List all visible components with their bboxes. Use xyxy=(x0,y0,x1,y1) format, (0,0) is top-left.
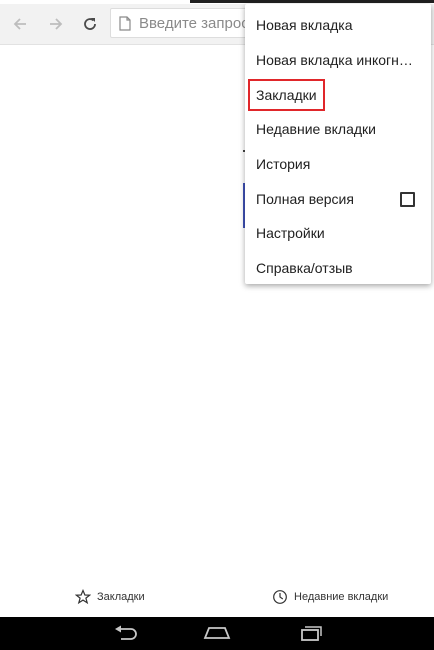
home-icon xyxy=(203,627,231,639)
arrow-right-icon xyxy=(50,18,63,30)
menu-item-label: Настройки xyxy=(256,225,325,242)
menu-item-new-tab[interactable]: Новая вкладка xyxy=(245,8,431,43)
bottom-recent-tabs-button[interactable]: Недавние вкладки xyxy=(272,589,388,605)
recent-apps-icon xyxy=(301,626,322,641)
menu-item-new-incognito-tab[interactable]: Новая вкладка инкогнито xyxy=(245,43,431,78)
menu-item-settings[interactable]: Настройки xyxy=(245,216,431,251)
menu-item-help-feedback[interactable]: Справка/отзыв xyxy=(245,251,431,286)
system-home-button[interactable] xyxy=(202,623,232,643)
menu-item-label: Новая вкладка инкогнито xyxy=(256,52,416,69)
star-icon xyxy=(75,589,91,605)
menu-item-label: Закладки xyxy=(248,78,325,111)
page-icon xyxy=(119,16,131,31)
clock-icon xyxy=(272,589,288,605)
system-navigation-bar xyxy=(0,617,434,650)
bottom-bookmarks-button[interactable]: Закладки xyxy=(75,589,145,605)
arrow-left-icon xyxy=(13,18,26,30)
back-arrow-icon xyxy=(115,625,137,640)
bottom-recent-tabs-label: Недавние вкладки xyxy=(294,591,389,603)
desktop-version-checkbox[interactable] xyxy=(400,192,415,208)
bottom-bookmarks-label: Закладки xyxy=(97,591,145,603)
menu-item-recent-tabs[interactable]: Недавние вкладки xyxy=(245,112,431,147)
forward-button[interactable] xyxy=(44,12,68,36)
loading-indicator xyxy=(190,0,434,3)
system-back-button[interactable] xyxy=(110,623,140,643)
menu-item-bookmarks[interactable]: Закладки xyxy=(245,77,431,112)
overflow-menu: Новая вкладка Новая вкладка инкогнито За… xyxy=(245,4,431,284)
menu-item-label: Недавние вкладки xyxy=(256,121,376,138)
bottom-bar: Закладки Недавние вкладки xyxy=(0,583,434,617)
reload-button[interactable] xyxy=(78,12,102,36)
back-button[interactable] xyxy=(8,12,32,36)
menu-item-label: Полная версия xyxy=(256,190,354,207)
menu-item-label: История xyxy=(256,156,311,173)
reload-icon xyxy=(84,18,96,30)
menu-item-desktop-version[interactable]: Полная версия xyxy=(245,181,431,216)
omnibox-placeholder: Введите запрос xyxy=(139,15,249,32)
system-recent-apps-button[interactable] xyxy=(295,623,325,643)
menu-item-label: Новая вкладка xyxy=(256,17,353,34)
browser-screen: Введите запрос Новая вкладка Новая вклад… xyxy=(0,0,434,650)
menu-item-history[interactable]: История xyxy=(245,147,431,182)
menu-item-label: Справка/отзыв xyxy=(256,260,353,277)
